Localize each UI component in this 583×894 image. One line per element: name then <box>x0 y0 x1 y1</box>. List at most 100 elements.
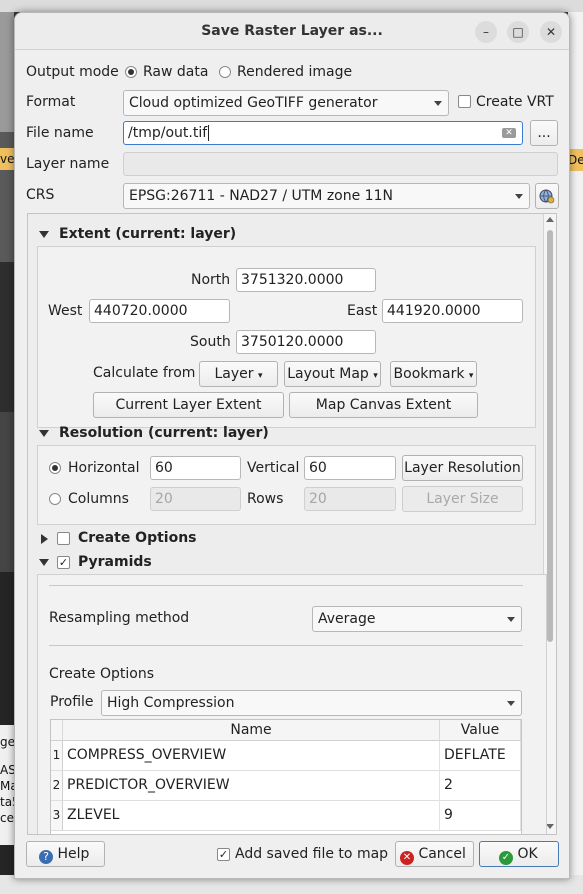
ok-label: OK <box>517 846 538 862</box>
horizontal-input[interactable]: 60 <box>150 456 241 480</box>
layer-name-label: Layer name <box>26 156 110 172</box>
west-input[interactable]: 440720.0000 <box>89 299 230 323</box>
collapse-arrow-icon[interactable] <box>39 430 49 437</box>
help-icon: ? <box>39 850 53 864</box>
layer-resolution-button[interactable]: Layer Resolution <box>402 455 523 481</box>
background-left-panel: ge AS Ma ta5 ce <box>0 725 20 845</box>
resampling-method-combo[interactable]: Average <box>312 606 522 632</box>
vertical-input[interactable]: 60 <box>304 456 396 480</box>
chevron-down-icon <box>434 101 442 106</box>
collapse-arrow-icon[interactable] <box>39 231 49 238</box>
globe-icon <box>539 189 555 204</box>
create-vrt-label[interactable]: Create VRT <box>476 94 554 110</box>
chevron-down-icon <box>515 194 523 199</box>
table-header-value[interactable]: Value <box>440 720 521 741</box>
columns-radio[interactable] <box>49 493 61 505</box>
raw-data-radio[interactable] <box>125 66 137 78</box>
format-label: Format <box>26 94 76 110</box>
help-button[interactable]: ? Help <box>26 841 105 867</box>
pyramids-checkbox[interactable]: ✓ <box>57 556 70 569</box>
collapse-arrow-icon[interactable] <box>39 559 49 566</box>
bg-text: ce <box>0 811 14 825</box>
add-to-map-checkbox[interactable]: ✓ <box>217 848 230 861</box>
options-table[interactable]: Name Value 1 COMPRESS_OVERVIEW DEFLATE 2… <box>50 719 522 834</box>
resolution-section-title[interactable]: Resolution (current: layer) <box>59 425 269 441</box>
create-vrt-checkbox[interactable] <box>458 95 471 108</box>
bookmark-dropdown-button[interactable]: Bookmark ▾ <box>390 361 477 387</box>
rows-input[interactable]: 20 <box>304 487 396 511</box>
crs-value: EPSG:26711 - NAD27 / UTM zone 11N <box>129 188 393 204</box>
resampling-method-label: Resampling method <box>49 610 190 626</box>
vertical-label: Vertical <box>247 460 300 476</box>
options-scroll-area[interactable]: Extent (current: layer) North 3751320.00… <box>27 213 557 835</box>
north-input[interactable]: 3751320.0000 <box>236 268 376 292</box>
scroll-up-icon[interactable] <box>546 217 554 222</box>
east-input[interactable]: 441920.0000 <box>382 299 523 323</box>
chevron-down-icon <box>507 617 515 622</box>
bg-text: ge <box>0 735 15 749</box>
south-input[interactable]: 3750120.0000 <box>236 330 376 354</box>
scroll-down-icon[interactable] <box>546 824 554 829</box>
pyramids-section-title[interactable]: Pyramids <box>78 554 152 570</box>
background-right-panel: De <box>568 12 583 894</box>
raw-data-label[interactable]: Raw data <box>143 64 208 80</box>
rendered-image-radio[interactable] <box>219 66 231 78</box>
layer-dropdown-button[interactable]: Layer ▾ <box>199 361 278 387</box>
layout-map-dropdown-button[interactable]: Layout Map ▾ <box>284 361 381 387</box>
cancel-button[interactable]: ✕ Cancel <box>395 841 474 867</box>
profile-label: Profile <box>50 694 94 710</box>
table-cell-value[interactable]: DEFLATE <box>440 741 521 771</box>
expand-arrow-icon[interactable] <box>41 534 48 544</box>
crs-label: CRS <box>26 187 55 203</box>
format-combo[interactable]: Cloud optimized GeoTIFF generator <box>123 90 449 116</box>
save-raster-dialog: Save Raster Layer as... – □ ✕ Output mod… <box>14 12 570 879</box>
ok-check-icon: ✓ <box>499 851 513 865</box>
current-layer-extent-button[interactable]: Current Layer Extent <box>93 392 284 418</box>
layer-size-button[interactable]: Layer Size <box>402 486 523 512</box>
cancel-icon: ✕ <box>400 851 414 865</box>
layer-name-input[interactable] <box>123 152 558 176</box>
table-header-name[interactable]: Name <box>63 720 440 741</box>
bg-tab: ve <box>0 148 14 170</box>
north-label: North <box>191 272 231 288</box>
table-cell-name[interactable]: PREDICTOR_OVERVIEW <box>63 771 440 801</box>
columns-input[interactable]: 20 <box>150 487 241 511</box>
file-name-input[interactable]: /tmp/out.tif <box>123 121 523 145</box>
table-cell-value[interactable]: 9 <box>440 801 521 831</box>
columns-label[interactable]: Columns <box>68 491 129 507</box>
scrollbar-thumb[interactable] <box>547 230 553 642</box>
output-mode-label: Output mode <box>26 64 119 80</box>
crs-combo[interactable]: EPSG:26711 - NAD27 / UTM zone 11N <box>123 183 530 209</box>
map-canvas-extent-button[interactable]: Map Canvas Extent <box>289 392 478 418</box>
extent-section-title[interactable]: Extent (current: layer) <box>59 226 236 242</box>
table-cell-name[interactable]: ZLEVEL <box>63 801 440 831</box>
create-options-section-title[interactable]: Create Options <box>78 530 197 546</box>
clear-icon[interactable]: ✕ <box>502 128 516 138</box>
pyramid-create-options-label: Create Options <box>49 666 154 682</box>
create-options-checkbox[interactable] <box>57 532 70 545</box>
file-name-label: File name <box>26 125 94 141</box>
row-number[interactable]: 2 <box>51 771 63 801</box>
horizontal-radio[interactable] <box>49 462 61 474</box>
table-cell-name[interactable]: COMPRESS_OVERVIEW <box>63 741 440 771</box>
close-button[interactable]: ✕ <box>540 21 562 43</box>
table-cell-value[interactable]: 2 <box>440 771 521 801</box>
ok-button[interactable]: ✓ OK <box>479 841 559 867</box>
minimize-button[interactable]: – <box>475 21 497 43</box>
browse-button[interactable]: ... <box>530 120 558 146</box>
row-number[interactable]: 1 <box>51 741 63 771</box>
maximize-button[interactable]: □ <box>507 21 529 43</box>
layout-map-button-label: Layout Map <box>287 366 369 382</box>
horizontal-label[interactable]: Horizontal <box>68 460 139 476</box>
layer-button-label: Layer <box>214 366 254 382</box>
add-to-map-label[interactable]: Add saved file to map <box>235 846 388 862</box>
chevron-down-icon: ▾ <box>257 371 263 381</box>
crs-selector-button[interactable] <box>535 183 559 209</box>
row-number[interactable]: 3 <box>51 801 63 831</box>
chevron-down-icon <box>507 701 515 706</box>
title-bar[interactable]: Save Raster Layer as... – □ ✕ <box>15 13 569 50</box>
rendered-image-label[interactable]: Rendered image <box>237 64 352 80</box>
cancel-label: Cancel <box>418 846 466 862</box>
profile-combo[interactable]: High Compression <box>101 690 522 716</box>
profile-value: High Compression <box>107 695 235 711</box>
